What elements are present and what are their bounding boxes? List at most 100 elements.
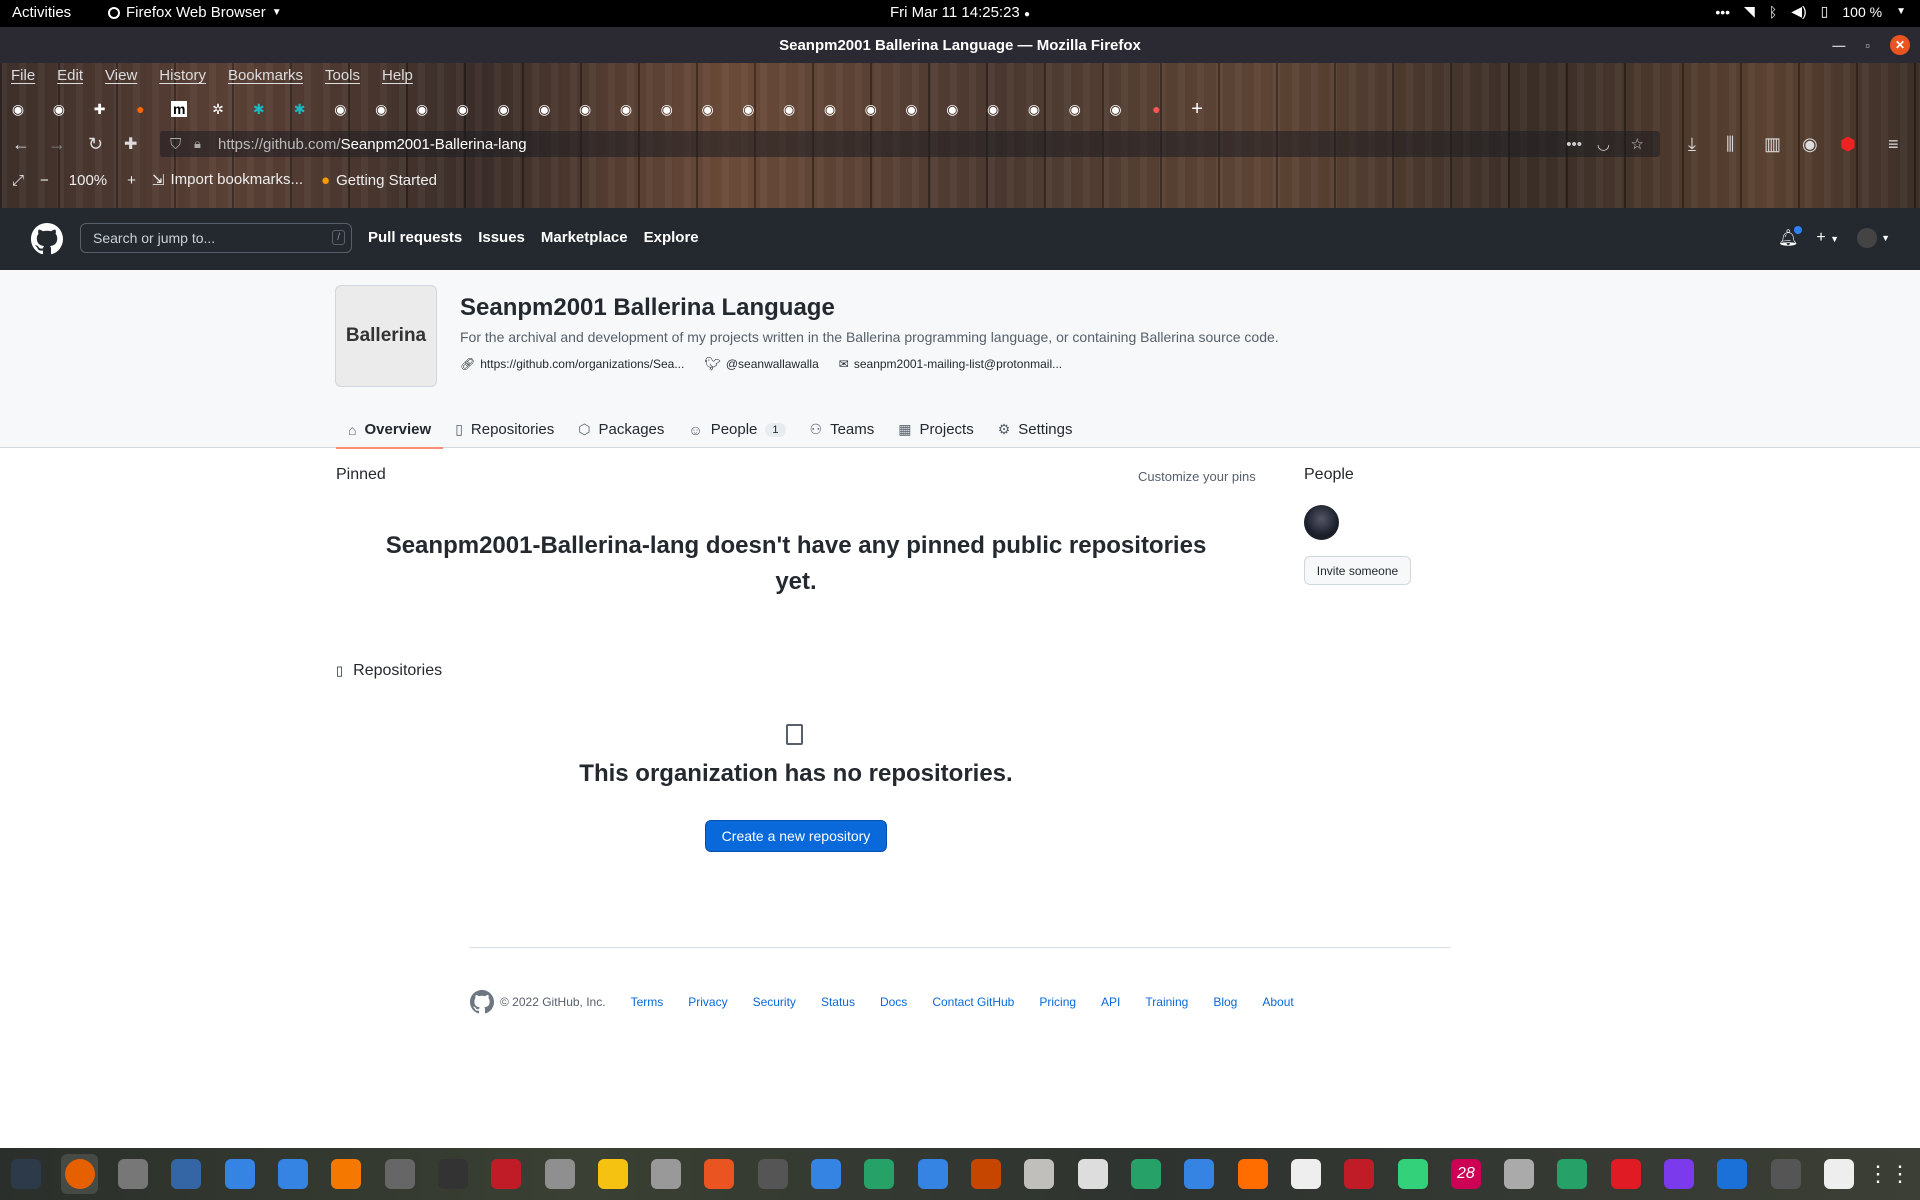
- dock-app-icon[interactable]: [754, 1154, 791, 1194]
- minimize-icon[interactable]: —: [1832, 38, 1845, 53]
- github-icon[interactable]: ◉: [983, 99, 1003, 119]
- dock-app-icon[interactable]: [221, 1154, 258, 1194]
- dock-app-icon[interactable]: [648, 1154, 685, 1194]
- github-icon[interactable]: ◉: [453, 99, 473, 119]
- footer-link-security[interactable]: Security: [753, 995, 796, 1009]
- customize-pins-link[interactable]: Customize your pins: [1138, 469, 1256, 484]
- footer-link-contact-github[interactable]: Contact GitHub: [932, 995, 1014, 1009]
- invite-someone-button[interactable]: Invite someone: [1304, 556, 1411, 585]
- menu-history[interactable]: History: [148, 63, 217, 91]
- account-icon[interactable]: ◉: [1802, 134, 1818, 155]
- org-website-link[interactable]: 🔗︎ https://github.com/organizations/Sea..…: [460, 357, 684, 371]
- member-avatar[interactable]: [1304, 505, 1339, 540]
- footer-link-terms[interactable]: Terms: [631, 995, 664, 1009]
- zoom-in-icon[interactable]: +: [127, 172, 136, 189]
- github-icon[interactable]: ◉: [1065, 99, 1085, 119]
- tab-people[interactable]: ☺ People 1: [676, 411, 797, 448]
- zoom-out-icon[interactable]: −: [40, 172, 49, 189]
- extension-icon[interactable]: ✚: [124, 134, 137, 154]
- ublock-icon[interactable]: ⬢: [1840, 134, 1856, 155]
- menu-edit[interactable]: Edit: [46, 63, 94, 91]
- dock-app-icon[interactable]: [1607, 1154, 1644, 1194]
- reload-icon[interactable]: ↻: [88, 134, 103, 155]
- fullscreen-icon[interactable]: ⤢: [12, 172, 24, 189]
- create-repository-button[interactable]: Create a new repository: [705, 820, 887, 852]
- forward-icon[interactable]: →: [48, 134, 66, 155]
- dock-app-icon[interactable]: [541, 1154, 578, 1194]
- library-icon[interactable]: ⫼: [1726, 134, 1734, 155]
- firefox-icon[interactable]: ●: [130, 99, 150, 119]
- menu-file[interactable]: File: [0, 63, 46, 91]
- new-tab-icon[interactable]: +: [1187, 98, 1207, 120]
- github-icon[interactable]: ◉: [49, 99, 69, 119]
- show-apps-grid-icon[interactable]: ⋮⋮⋮: [1867, 1154, 1920, 1194]
- github-icon[interactable]: ◉: [575, 99, 595, 119]
- dock-app-icon[interactable]: [1128, 1154, 1165, 1194]
- maximize-icon[interactable]: ▫: [1865, 38, 1870, 53]
- github-icon[interactable]: ◉: [616, 99, 636, 119]
- url-bar[interactable]: ⛉ 🔒︎ https://github.com/Seanpm2001-Balle…: [160, 131, 1660, 157]
- dock-app-icon[interactable]: [914, 1154, 951, 1194]
- github-icon[interactable]: ◉: [942, 99, 962, 119]
- bell-icon[interactable]: 🔔︎: [1778, 226, 1803, 248]
- dock-app-icon[interactable]: [1341, 1154, 1378, 1194]
- dock-app-icon[interactable]: [808, 1154, 845, 1194]
- footer-link-pricing[interactable]: Pricing: [1039, 995, 1076, 1009]
- footer-link-status[interactable]: Status: [821, 995, 855, 1009]
- import-bookmarks[interactable]: ⇲ Import bookmarks...: [152, 171, 303, 189]
- dock-app-icon[interactable]: [1021, 1154, 1058, 1194]
- github-icon[interactable]: ◉: [738, 99, 758, 119]
- menu-bookmarks[interactable]: Bookmarks: [217, 63, 314, 91]
- dock-app-icon[interactable]: [168, 1154, 205, 1194]
- getting-started-bookmark[interactable]: ● Getting Started: [321, 172, 437, 189]
- dock-app-icon[interactable]: [1661, 1154, 1698, 1194]
- footer-link-api[interactable]: API: [1101, 995, 1120, 1009]
- dock-app-icon[interactable]: [61, 1154, 99, 1194]
- bookmark-star-icon[interactable]: ☆: [1631, 135, 1644, 153]
- dock-app-icon[interactable]: [1714, 1154, 1751, 1194]
- github-icon[interactable]: ◉: [820, 99, 840, 119]
- user-avatar-dropdown[interactable]: ▼: [1857, 228, 1890, 248]
- nav-issues[interactable]: Issues: [478, 229, 525, 246]
- create-new-dropdown[interactable]: + ▼: [1816, 229, 1839, 247]
- github-icon[interactable]: ◉: [8, 99, 28, 119]
- github-icon[interactable]: ◉: [371, 99, 391, 119]
- close-icon[interactable]: ✕: [1890, 35, 1910, 55]
- teal-icon[interactable]: ✱: [290, 99, 310, 119]
- github-icon[interactable]: ◉: [1024, 99, 1044, 119]
- footer-link-training[interactable]: Training: [1145, 995, 1188, 1009]
- dock-app-icon[interactable]: [1821, 1154, 1858, 1194]
- tab-projects[interactable]: ▦ Projects: [886, 411, 985, 448]
- dock-app-icon[interactable]: [861, 1154, 898, 1194]
- footer-link-blog[interactable]: Blog: [1213, 995, 1237, 1009]
- github-icon[interactable]: ◉: [1106, 99, 1126, 119]
- menu-tools[interactable]: Tools: [314, 63, 371, 91]
- github-logo-icon[interactable]: [470, 990, 494, 1014]
- system-tray[interactable]: ••• ◥ ᛒ ◀) ▯ 100 % ▼: [1715, 3, 1906, 20]
- tab-settings[interactable]: ⚙ Settings: [986, 411, 1085, 448]
- github-logo-icon[interactable]: [31, 223, 63, 255]
- pocket-icon[interactable]: ◡: [1597, 135, 1610, 153]
- footer-link-docs[interactable]: Docs: [880, 995, 907, 1009]
- dock-app-icon[interactable]: [488, 1154, 525, 1194]
- footer-link-about[interactable]: About: [1262, 995, 1293, 1009]
- teal-icon[interactable]: ✱: [249, 99, 269, 119]
- dock-app-icon[interactable]: [381, 1154, 418, 1194]
- github-icon[interactable]: ◉: [412, 99, 432, 119]
- tab-repositories[interactable]: ▯ Repositories: [443, 411, 566, 448]
- medium-icon[interactable]: m: [171, 101, 188, 117]
- dock-app-icon[interactable]: [594, 1154, 631, 1194]
- menu-view[interactable]: View: [94, 63, 148, 91]
- dock-app-icon[interactable]: [1394, 1154, 1431, 1194]
- org-twitter-link[interactable]: 🐦︎ @seanwallawalla: [704, 356, 818, 372]
- dock-app-icon[interactable]: [1501, 1154, 1538, 1194]
- search-input[interactable]: Search or jump to... /: [80, 223, 352, 253]
- download-icon[interactable]: ⤓: [1688, 134, 1696, 155]
- zoom-level[interactable]: 100%: [69, 172, 107, 189]
- org-email-link[interactable]: ✉ seanpm2001-mailing-list@protonmail...: [839, 357, 1062, 371]
- dock-app-icon[interactable]: [1554, 1154, 1591, 1194]
- gear-icon[interactable]: ✲: [208, 99, 228, 119]
- dock-app-icon[interactable]: [328, 1154, 365, 1194]
- tab-overview[interactable]: ⌂ Overview: [336, 411, 444, 449]
- dock-app-icon[interactable]: [435, 1154, 472, 1194]
